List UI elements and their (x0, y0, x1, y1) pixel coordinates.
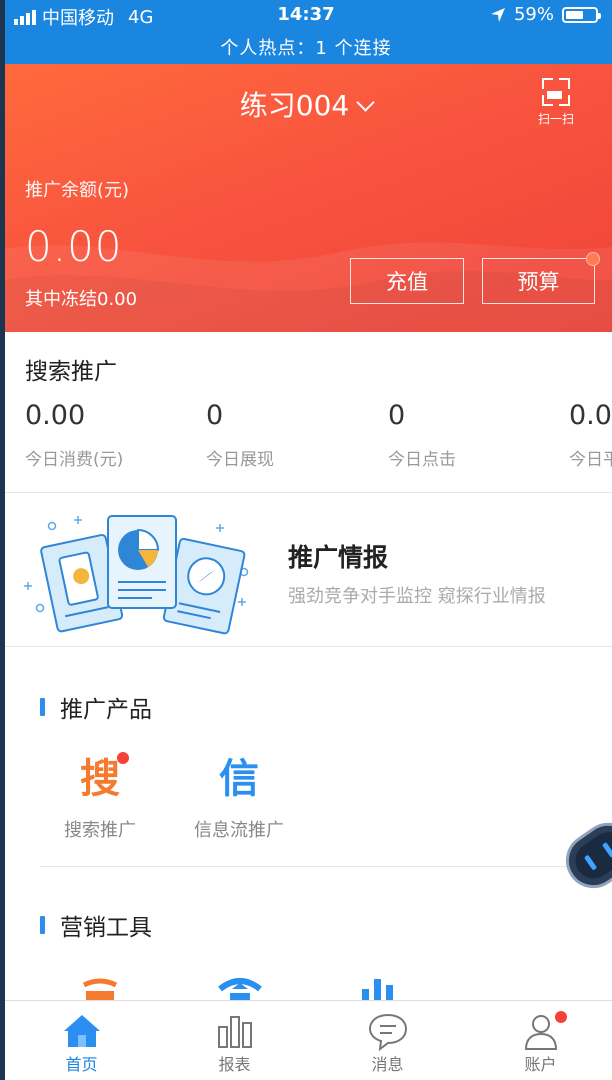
tool-icon-orange[interactable] (80, 975, 120, 1001)
scan-label: 扫一扫 (537, 112, 574, 126)
metric-label: 今日平 (569, 450, 612, 470)
account-name: 练习004 (239, 89, 350, 122)
tab-label: 账户 (524, 1055, 557, 1074)
product-notification-dot (117, 752, 129, 764)
account-notification-dot (555, 1011, 567, 1023)
balance-value: 0.00 (25, 222, 123, 271)
metric-spend[interactable]: 0.00 今日消费(元) (25, 400, 195, 470)
product-label: 信息流推广 (194, 820, 284, 841)
tools-section-title: 营销工具 (40, 908, 152, 942)
location-arrow-icon (490, 7, 505, 22)
feed-promo-icon: 信 (219, 756, 259, 802)
battery-percent: 59% (513, 4, 554, 25)
product-feed-promo[interactable]: 信 信息流推广 (169, 756, 309, 842)
metric-average[interactable]: 0.00 今日平 (569, 400, 612, 470)
report-illustration (24, 515, 249, 635)
window-edge (0, 0, 5, 1080)
tab-account[interactable]: 账户 (464, 1001, 612, 1080)
message-icon (368, 1013, 407, 1051)
frozen-amount: 其中冻结0.00 (25, 289, 138, 310)
product-search-promo[interactable]: 搜 搜索推广 (30, 756, 170, 842)
metric-value: 0.00 (25, 400, 86, 431)
balance-label: 推广余额(元) (25, 180, 130, 201)
section-title-text: 推广产品 (60, 697, 152, 723)
hotspot-banner[interactable]: 个人热点：1 个连接 (0, 34, 612, 60)
status-bar: 中国移动 4G 14:37 59% 个人热点：1 个连接 (0, 0, 612, 64)
tab-label: 消息 (371, 1055, 404, 1074)
product-label: 搜索推广 (64, 820, 136, 841)
divider (40, 866, 612, 867)
tab-messages[interactable]: 消息 (311, 1001, 464, 1080)
account-header: 练习004 扫一扫 推广余额(元) 0.00 其中冻结0.00 充值 预算 (0, 64, 612, 332)
metric-value: 0 (388, 400, 406, 431)
phone-icon[interactable] (216, 975, 264, 1001)
metric-label: 今日点击 (388, 450, 456, 470)
divider (0, 646, 612, 647)
section-marker (40, 698, 45, 716)
divider (0, 492, 612, 493)
floating-assistant-icon[interactable] (560, 812, 612, 900)
tab-home[interactable]: 首页 (5, 1001, 158, 1080)
metric-label: 今日消费(元) (25, 450, 124, 470)
search-promo-icon: 搜 (80, 756, 120, 802)
metric-impressions[interactable]: 0 今日展现 (206, 400, 376, 470)
metric-value: 0.00 (569, 400, 612, 431)
account-switcher[interactable]: 练习004 (0, 84, 612, 124)
recharge-button[interactable]: 充值 (350, 258, 464, 304)
chart-bars-icon[interactable] (360, 975, 400, 1001)
products-section-title: 推广产品 (40, 690, 152, 724)
scan-icon (542, 78, 570, 106)
bottom-tab-bar: 首页 报表 消息 账户 (0, 1000, 612, 1080)
metric-value: 0 (206, 400, 224, 431)
metric-clicks[interactable]: 0 今日点击 (388, 400, 558, 470)
tab-label: 报表 (218, 1055, 251, 1074)
chevron-down-icon (356, 93, 375, 112)
budget-notification-dot (586, 252, 600, 266)
battery-icon (562, 6, 601, 23)
section-title-text: 营销工具 (60, 915, 152, 941)
metric-label: 今日展现 (206, 450, 274, 470)
scan-button[interactable]: 扫一扫 (536, 78, 576, 127)
tab-reports[interactable]: 报表 (158, 1001, 311, 1080)
app-screen: 中国移动 4G 14:37 59% 个人热点：1 个连接 练习004 扫一扫 推… (0, 0, 612, 1080)
section-marker (40, 916, 45, 934)
report-subtitle: 强劲竞争对手监控 窥探行业情报 (288, 586, 546, 607)
tab-label: 首页 (65, 1055, 98, 1074)
search-promo-title[interactable]: 搜索推广 (25, 352, 117, 386)
home-icon (63, 1015, 100, 1047)
report-title[interactable]: 推广情报 (288, 538, 388, 574)
budget-button[interactable]: 预算 (482, 258, 595, 304)
reports-icon (217, 1016, 252, 1048)
